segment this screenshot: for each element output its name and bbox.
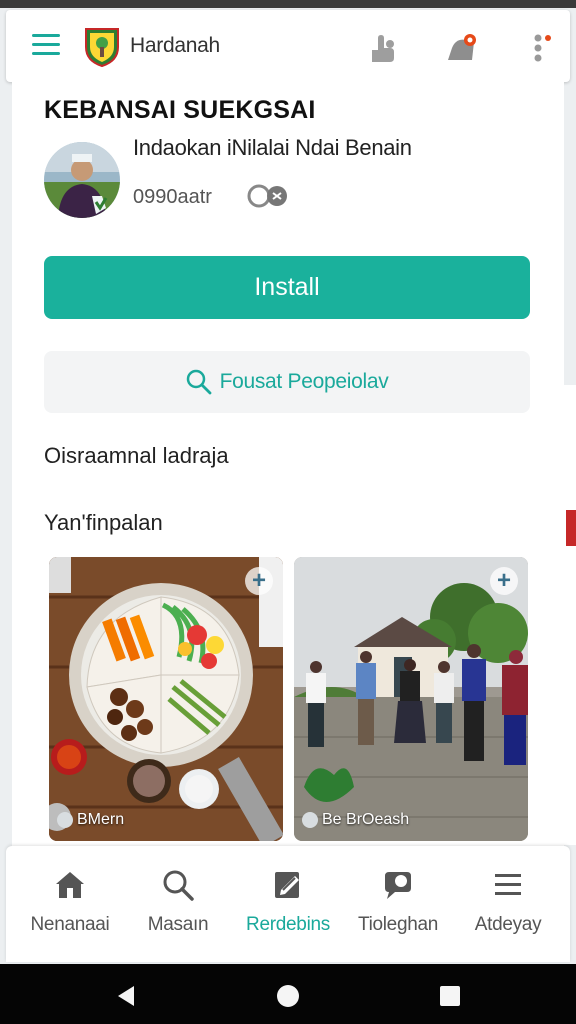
list-icon (495, 874, 521, 895)
people-photo (294, 557, 528, 841)
nav-item-home[interactable]: Nenanaai (14, 846, 126, 962)
search-action-label: Fousat Peopeiolav (219, 370, 389, 393)
nav-label: Masaın (147, 914, 209, 935)
nav-label: Tioleghan (357, 914, 439, 935)
rating-text: 0990aatr (133, 186, 212, 208)
notification-icon[interactable] (444, 32, 478, 66)
media-card-food[interactable]: + BMern (49, 557, 283, 841)
card-caption: Be BrOeash (322, 811, 410, 828)
install-button[interactable]: Install (44, 256, 530, 319)
more-vert-icon[interactable] (530, 32, 564, 66)
share-icon[interactable] (364, 32, 398, 66)
back-icon[interactable] (114, 984, 138, 1008)
app-title: Hardanah (130, 34, 220, 57)
caption-icon (302, 812, 318, 828)
search-action-button[interactable]: Fousat Peopeiolav (44, 351, 530, 413)
caption-icon (57, 812, 73, 828)
app-bar: Hardanah (6, 10, 570, 82)
status-bar (0, 0, 576, 8)
nav-label: Rerdebins (246, 914, 330, 935)
nav-item-list[interactable]: Atdeyay (452, 846, 564, 962)
nav-item-search[interactable]: Masaın (122, 846, 234, 962)
section-heading-2: Yan'finpalan (44, 510, 163, 535)
add-icon[interactable]: + (490, 567, 518, 595)
system-navigation-bar (0, 964, 576, 1024)
bottom-navigation: Nenanaai Masaın Rerdebins Tioleghan Atde… (6, 846, 570, 962)
app-logo (85, 28, 119, 67)
menu-icon[interactable] (32, 34, 60, 56)
nav-label: Atdeyay (474, 914, 542, 935)
section-heading-1[interactable]: Oisraamnal ladraja (44, 443, 229, 469)
nav-label: Nenanaai (30, 914, 110, 935)
chat-icon (385, 872, 411, 899)
page-title: KEBANSAI SUEKGSAI (44, 96, 316, 124)
home-circle-icon[interactable] (276, 984, 300, 1008)
food-photo (49, 557, 283, 841)
add-icon[interactable]: + (245, 567, 273, 595)
search-icon (163, 870, 194, 901)
side-peek (564, 385, 576, 845)
developer-avatar[interactable] (44, 142, 120, 218)
edit-icon (275, 872, 299, 898)
recents-icon[interactable] (438, 984, 462, 1008)
home-icon (56, 872, 84, 898)
nav-item-chat[interactable]: Tioleghan (342, 846, 454, 962)
developer-name[interactable]: Indaokan iNilalai Ndai Benain (133, 135, 412, 161)
nav-item-edit[interactable]: Rerdebins (232, 846, 344, 962)
search-icon (186, 369, 211, 395)
media-card-people[interactable]: + Be BrOeash (294, 557, 528, 841)
card-caption: BMern (77, 811, 125, 828)
rating-icon (247, 184, 287, 208)
